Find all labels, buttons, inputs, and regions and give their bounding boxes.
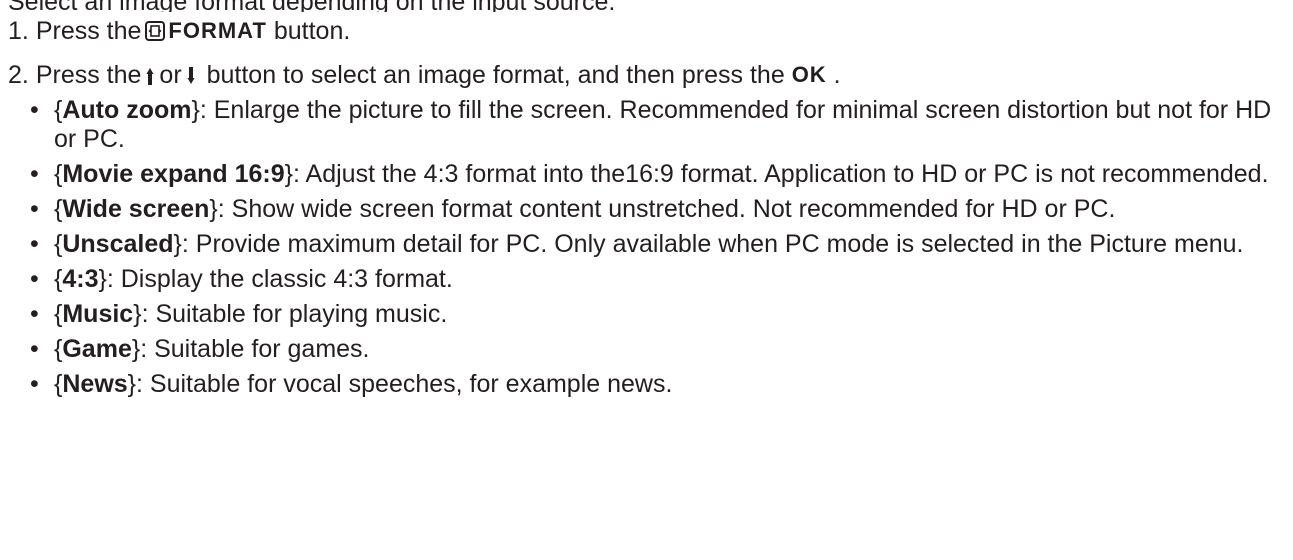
format-name: Auto zoom [62,96,192,124]
format-name: 4:3 [62,265,99,293]
brace-close: } [131,335,141,363]
bullet-icon: • [30,370,39,398]
step-2: 2. Press the or button to select an imag… [8,60,1283,399]
format-name: News [62,370,128,398]
bullet-icon: • [30,335,39,363]
bullet-icon: • [30,265,39,293]
cut-off-intro-line: Select an image format depending on the … [8,0,1283,12]
step-1: 1. Press the FORMAT button. [8,16,1283,46]
format-description: : Adjust the 4:3 format into the16:9 for… [293,160,1269,188]
down-arrow-icon [186,64,196,86]
bullet-icon: • [30,230,39,258]
format-name: Unscaled [62,230,174,258]
format-description: : Suitable for games. [140,335,370,363]
format-name: Music [62,300,134,328]
step-text-after: . [833,61,841,89]
brace-close: } [284,160,294,188]
brace-close: } [133,300,142,328]
step-text-before: Press the [35,17,142,45]
brace-close: } [209,195,218,223]
document-body: Select an image format depending on the … [8,0,1283,405]
brace-close: } [191,96,200,124]
format-description: : Suitable for vocal speeches, for examp… [136,370,673,398]
list-item: • {Game}: Suitable for games. [28,335,1283,364]
step-text-after: button. [273,17,351,45]
up-arrow-icon [145,64,155,86]
step-number: 1. [8,17,29,45]
step-number: 2. [8,61,29,89]
step-text-before: Press the [35,61,142,89]
format-button-icon [145,21,166,41]
bullet-icon: • [30,160,39,188]
list-item: • {Auto zoom}: Enlarge the picture to fi… [28,96,1283,154]
list-item: • {Music}: Suitable for playing music. [28,300,1283,329]
list-item: • {Wide screen}: Show wide screen format… [28,195,1283,224]
intro-text: Select an image format depending on the … [8,0,615,12]
format-description: : Provide maximum detail for PC. Only av… [181,230,1244,258]
format-name: Wide screen [62,195,210,223]
brace-close: } [173,230,182,258]
brace-close: } [98,265,107,293]
list-item: • {4:3}: Display the classic 4:3 format. [28,265,1283,294]
format-description: : Enlarge the picture to fill the screen… [54,96,1272,153]
format-keyword: FORMAT [168,18,267,43]
bullet-icon: • [30,96,39,124]
list-item: • {Movie expand 16:9}: Adjust the 4:3 fo… [28,160,1283,189]
format-description: : Display the classic 4:3 format. [106,265,453,293]
format-description: : Show wide screen format content unstre… [217,195,1116,223]
brace-close: } [127,370,137,398]
ok-keyword: OK [791,62,827,87]
format-name: Movie expand 16:9 [62,160,285,188]
format-description: : Suitable for playing music. [141,300,448,328]
or-word: or [159,61,182,89]
step-text-middle: button to select an image format, and th… [206,61,785,89]
list-item: • {Unscaled}: Provide maximum detail for… [28,230,1283,259]
bullet-icon: • [30,195,39,223]
format-list: • {Auto zoom}: Enlarge the picture to fi… [8,96,1283,399]
bullet-icon: • [30,300,39,328]
list-item: • {News}: Suitable for vocal speeches, f… [28,370,1283,399]
format-name: Game [62,335,132,363]
